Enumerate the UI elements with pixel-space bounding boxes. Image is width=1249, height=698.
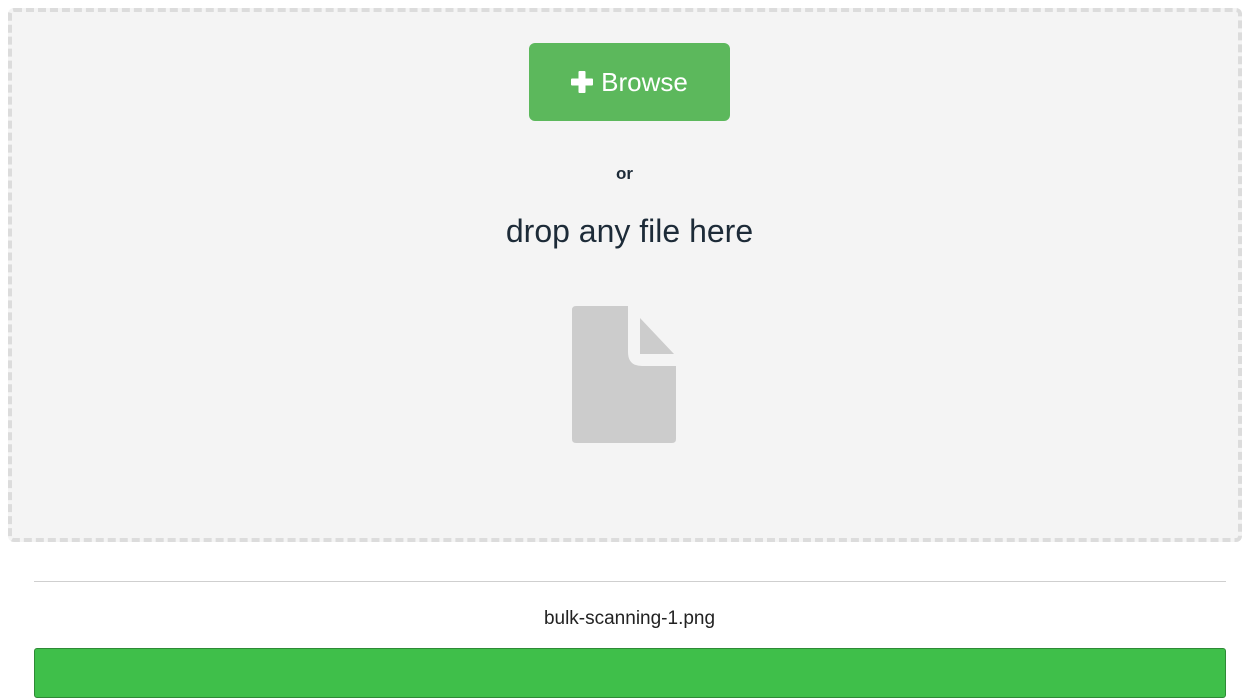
file-icon [572, 306, 676, 443]
divider [34, 581, 1226, 582]
drop-instruction: drop any file here [505, 213, 754, 249]
browse-button[interactable]: Browse [529, 43, 730, 121]
plus-icon [571, 71, 594, 93]
or-label: or [616, 164, 633, 183]
browse-button-label: Browse [601, 66, 688, 97]
uploaded-file-name: bulk-scanning-1.png [543, 608, 716, 629]
upload-progress-bar [34, 648, 1226, 698]
